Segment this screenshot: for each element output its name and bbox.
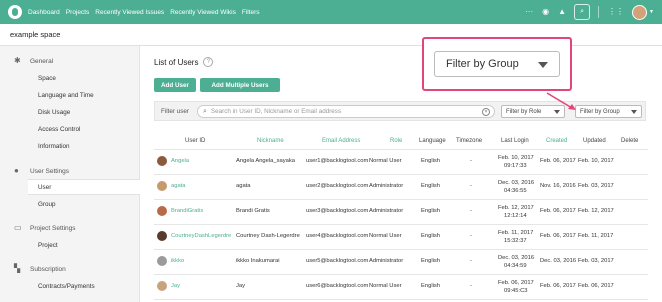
sidebar: ✱ General Space Language and Time Disk U… bbox=[0, 46, 140, 302]
gear-icon: ✱ bbox=[14, 56, 21, 65]
sidebar-item-space[interactable]: Space bbox=[38, 75, 56, 82]
sidebar-section-label: User Settings bbox=[30, 167, 70, 175]
bell-icon[interactable]: ▲ bbox=[558, 3, 566, 21]
main-content: List of Users ? Add User Add Multiple Us… bbox=[140, 37, 662, 302]
apps-grid-icon[interactable]: ⋮⋮ bbox=[608, 3, 624, 21]
nav-recent-wikis[interactable]: Recently Viewed Wikis bbox=[170, 9, 236, 16]
callout-arrow bbox=[546, 92, 576, 110]
sidebar-item-group[interactable]: Group bbox=[38, 201, 56, 208]
chevron-down-icon bbox=[538, 62, 548, 68]
folder-icon: ▭ bbox=[14, 223, 22, 232]
top-navigation-bar: Dashboard Projects Recently Viewed Issue… bbox=[0, 0, 662, 24]
sidebar-item-user[interactable]: User bbox=[38, 184, 51, 191]
zoom-label: Filter by Group bbox=[446, 58, 519, 70]
sidebar-item-disk-usage[interactable]: Disk Usage bbox=[38, 109, 70, 116]
sidebar-section-label: Subscription bbox=[30, 265, 66, 273]
more-icon[interactable]: ··· bbox=[525, 3, 533, 21]
sidebar-item-language-time[interactable]: Language and Time bbox=[38, 92, 94, 99]
sidebar-section-general: ✱ General bbox=[14, 57, 53, 65]
space-name[interactable]: example space bbox=[10, 30, 60, 39]
sidebar-section-project-settings: ▭ Project Settings bbox=[14, 224, 76, 232]
subscription-icon: ▚ bbox=[14, 264, 21, 273]
eye-icon[interactable]: ◉ bbox=[542, 3, 549, 21]
nav-menu: Dashboard Projects Recently Viewed Issue… bbox=[28, 9, 266, 16]
nav-projects[interactable]: Projects bbox=[66, 9, 89, 16]
sidebar-section-user-settings: ● User Settings bbox=[14, 167, 69, 175]
backlog-logo-icon[interactable] bbox=[8, 5, 22, 19]
sidebar-section-label: General bbox=[30, 57, 54, 65]
top-right-tools: ··· ◉ ▲ ⌕ ⋮⋮ ▼ bbox=[516, 3, 654, 21]
nav-dashboard[interactable]: Dashboard bbox=[28, 9, 60, 16]
chevron-down-icon[interactable]: ▼ bbox=[649, 9, 654, 15]
search-icon[interactable]: ⌕ bbox=[574, 4, 591, 20]
filter-by-group-zoomed: Filter by Group bbox=[434, 51, 560, 77]
user-avatar[interactable] bbox=[632, 4, 648, 20]
sidebar-item-project[interactable]: Project bbox=[38, 242, 58, 249]
sidebar-item-information[interactable]: Information bbox=[38, 143, 70, 150]
sidebar-section-label: Project Settings bbox=[30, 224, 76, 232]
divider bbox=[598, 6, 600, 18]
zoom-callout: Filter by Group bbox=[422, 37, 572, 91]
user-icon: ● bbox=[14, 166, 19, 175]
sidebar-item-contracts-payments[interactable]: Contracts/Payments bbox=[38, 283, 95, 290]
nav-filters[interactable]: Filters bbox=[242, 9, 260, 16]
nav-recent-issues[interactable]: Recently Viewed Issues bbox=[95, 9, 164, 16]
sidebar-section-subscription: ▚ Subscription bbox=[14, 265, 66, 273]
sidebar-item-access-control[interactable]: Access Control bbox=[38, 126, 80, 133]
